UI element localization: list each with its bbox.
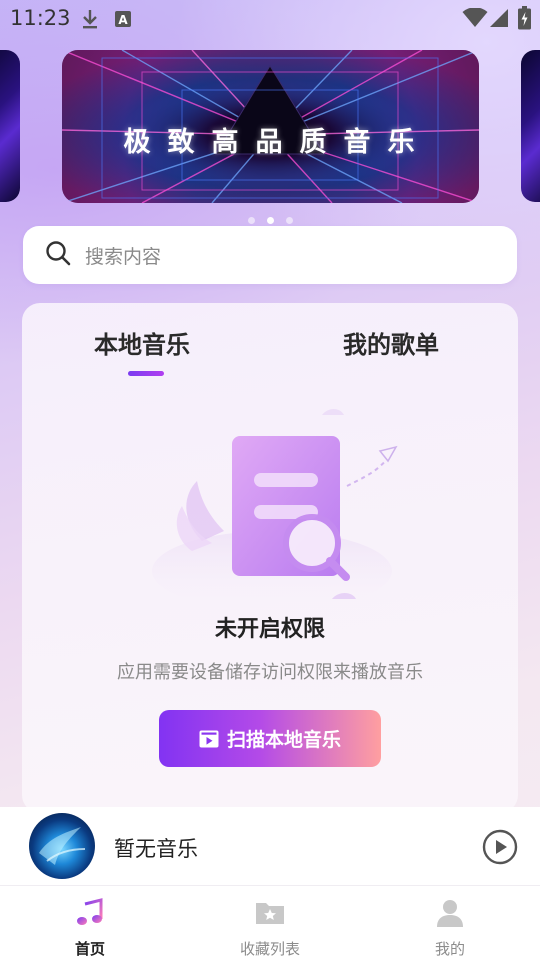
tab-my-playlists[interactable]: 我的歌单 [343, 325, 439, 360]
status-bar: 11:23 A [0, 0, 540, 36]
status-time: 11:23 [10, 6, 71, 30]
carousel-dot[interactable] [247, 217, 255, 224]
nav-favorites[interactable]: 收藏列表 [180, 886, 360, 960]
nav-favorites-label: 收藏列表 [239, 940, 300, 958]
banner-main[interactable]: 极致高品质音乐 [62, 50, 479, 203]
carousel-dot-active[interactable] [266, 217, 274, 224]
nav-home-label: 首页 [74, 940, 105, 958]
nav-home[interactable]: 首页 [0, 886, 180, 960]
album-cover[interactable] [29, 813, 95, 879]
download-icon [80, 8, 100, 34]
empty-state-description: 应用需要设备储存访问权限来播放音乐 [117, 662, 423, 683]
search-bar[interactable]: 搜索内容 [23, 226, 517, 284]
bottom-nav: 首页 收藏列表 我的 [0, 885, 540, 960]
banner-next[interactable] [521, 50, 540, 202]
user-icon [435, 898, 465, 932]
scan-video-icon [199, 730, 219, 747]
wifi-icon [462, 7, 488, 32]
signal-icon [489, 8, 509, 32]
tab-local-music[interactable]: 本地音乐 [94, 325, 190, 360]
battery-charging-icon [518, 6, 531, 34]
active-tab-indicator [128, 371, 164, 376]
music-card: 本地音乐 我的歌单 未开启权限 应用需要设备储存访问权限来播放音乐 扫描本地音乐 [22, 303, 518, 813]
search-input[interactable]: 搜索内容 [85, 242, 161, 269]
scan-button-label: 扫描本地音乐 [226, 729, 341, 751]
svg-text:A: A [118, 13, 128, 27]
nav-profile[interactable]: 我的 [360, 886, 540, 960]
folder-star-icon [255, 898, 285, 930]
nav-profile-label: 我的 [434, 940, 465, 958]
banner-previous[interactable] [0, 50, 20, 202]
banner-title: 极致高品质音乐 [123, 127, 432, 158]
music-note-icon [75, 898, 105, 932]
a-notification-icon: A [114, 10, 132, 32]
scan-local-music-button[interactable]: 扫描本地音乐 [159, 710, 381, 767]
empty-state-title: 未开启权限 [214, 617, 325, 642]
search-icon [45, 240, 71, 270]
carousel-dot[interactable] [285, 217, 293, 224]
mini-player[interactable]: 暂无音乐 [0, 807, 540, 885]
empty-state-illustration [152, 409, 398, 611]
player-title: 暂无音乐 [114, 837, 198, 861]
play-circle-icon[interactable] [482, 829, 518, 869]
